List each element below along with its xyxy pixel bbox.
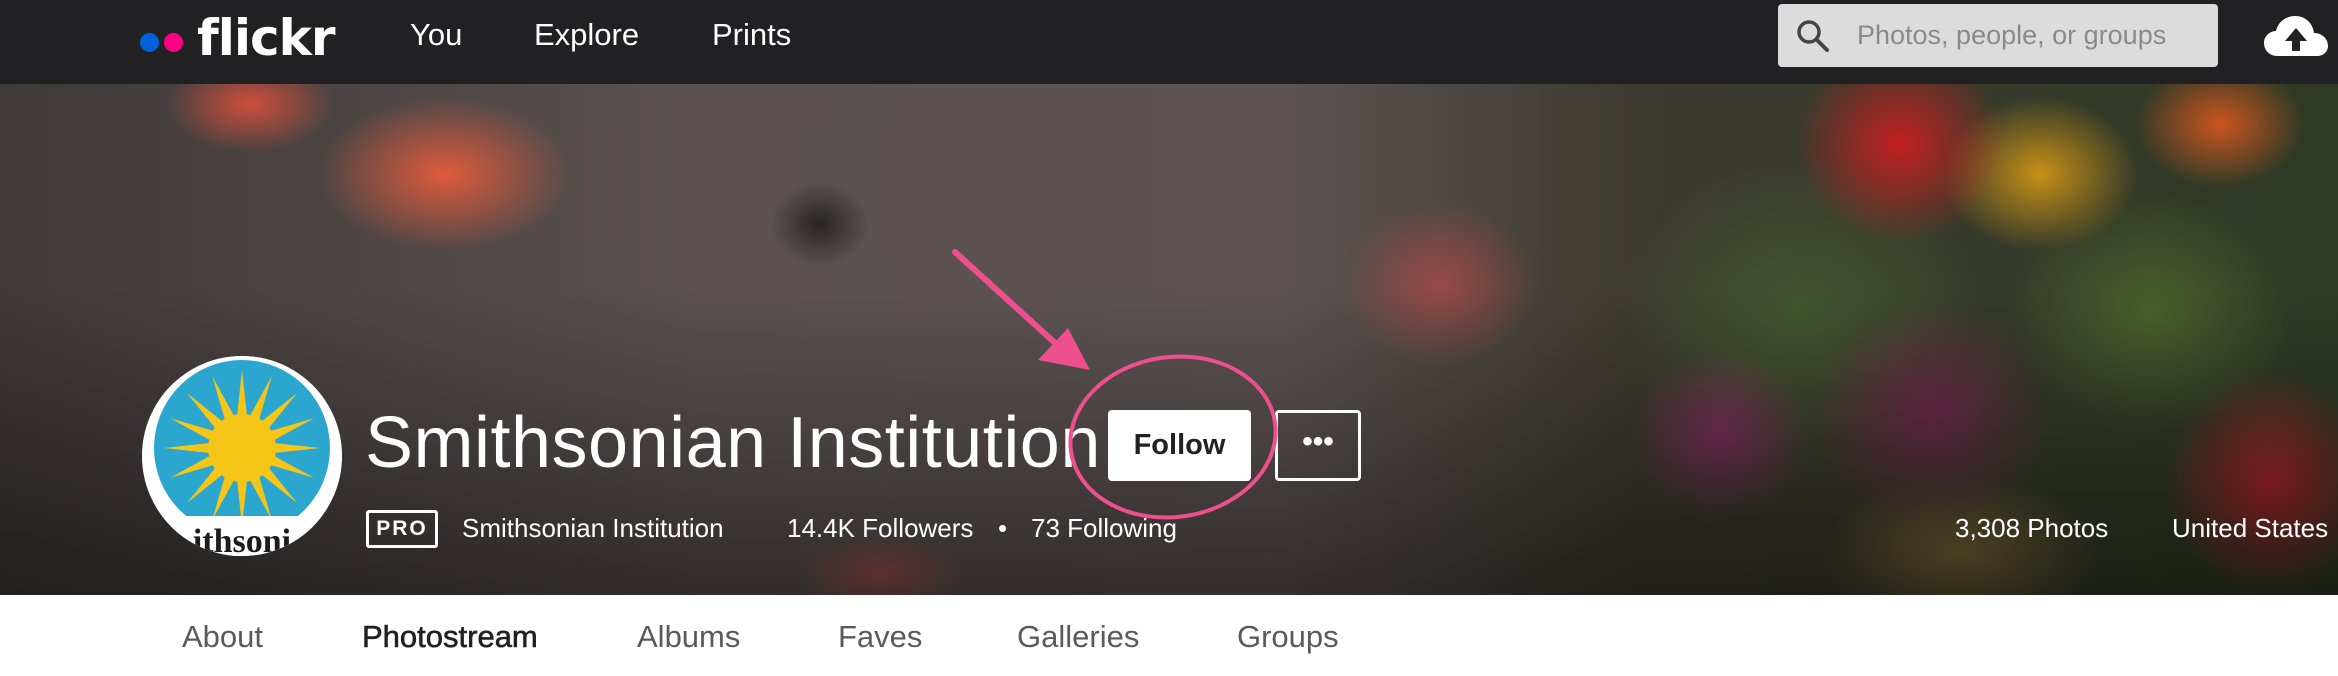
nav-link-explore[interactable]: Explore <box>534 0 639 70</box>
tab-photostream[interactable]: Photostream <box>362 615 538 659</box>
location: United States <box>2172 513 2329 543</box>
nav-link-you[interactable]: You <box>410 0 462 70</box>
upload-cloud-icon[interactable] <box>2262 12 2330 62</box>
logo-wordmark: flickr <box>197 9 336 67</box>
profile-tabs: About Photostream Albums Faves Galleries… <box>0 595 2338 676</box>
following-count[interactable]: 73 Following <box>1031 508 1177 548</box>
avatar[interactable]: ithsoni <box>142 356 342 556</box>
logo-blue-dot <box>140 32 159 52</box>
pro-badge: PRO <box>366 510 438 548</box>
nav-link-prints[interactable]: Prints <box>712 0 791 70</box>
profile-name: Smithsonian Institution <box>365 403 1101 483</box>
tab-albums[interactable]: Albums <box>637 615 740 659</box>
tab-groups[interactable]: Groups <box>1237 615 1339 659</box>
tab-galleries[interactable]: Galleries <box>1017 615 1139 659</box>
more-options-button[interactable]: ••• <box>1275 410 1361 481</box>
meta-separator: • <box>998 513 1008 543</box>
logo-pink-dot <box>164 32 183 52</box>
tab-about[interactable]: About <box>182 615 263 659</box>
tab-faves[interactable]: Faves <box>838 615 922 659</box>
search-icon <box>1797 20 1829 52</box>
photos-count: 3,308 Photos <box>1955 513 2109 543</box>
flickr-logo[interactable]: flickr <box>140 0 336 84</box>
follow-button[interactable]: Follow <box>1108 410 1251 481</box>
search-box[interactable]: Photos, people, or groups <box>1778 4 2218 67</box>
followers-count[interactable]: 14.4K Followers <box>787 508 973 548</box>
real-name: Smithsonian Institution <box>462 513 724 543</box>
top-nav-bar: flickr You Explore Prints Photos, people… <box>0 0 2338 84</box>
search-input[interactable]: Photos, people, or groups <box>1857 4 2166 67</box>
